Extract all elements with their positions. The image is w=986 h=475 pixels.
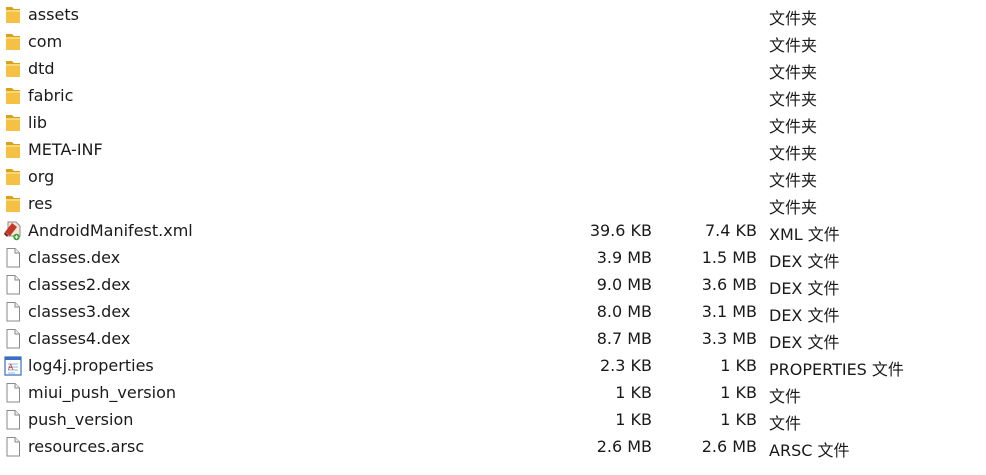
file-packed-size: 3.6 MB	[701, 275, 757, 294]
file-row[interactable]: classes3.dex 8.0 MB 3.1 MB DEX 文件	[0, 298, 986, 325]
file-row[interactable]: AndroidManifest.xml 39.6 KB 7.4 KB XML 文件	[0, 217, 986, 244]
file-size: 1 KB	[615, 383, 652, 402]
file-name: resources.arsc	[28, 437, 145, 456]
file-packed-size: 1 KB	[720, 410, 757, 429]
file-type: DEX 文件	[769, 306, 840, 325]
file-packed-size: 1 KB	[720, 356, 757, 375]
file-name: miui_push_version	[28, 383, 176, 402]
file-name: META-INF	[28, 140, 103, 159]
xml-file-icon	[3, 220, 23, 241]
file-name: com	[28, 32, 63, 51]
file-icon	[3, 247, 23, 268]
file-type: XML 文件	[769, 225, 840, 244]
file-row[interactable]: classes2.dex 9.0 MB 3.6 MB DEX 文件	[0, 271, 986, 298]
file-name: classes2.dex	[28, 275, 131, 294]
folder-icon	[3, 4, 23, 25]
file-name: res	[28, 194, 53, 213]
file-type: 文件夹	[769, 144, 818, 163]
folder-icon	[3, 31, 23, 52]
file-row[interactable]: Alog4j.properties 2.3 KB 1 KB PROPERTIES 文件	[0, 352, 986, 379]
file-name: org	[28, 167, 55, 186]
file-name: lib	[28, 113, 48, 132]
file-type: 文件夹	[769, 36, 818, 55]
file-type: DEX 文件	[769, 333, 840, 352]
file-type: 文件夹	[769, 63, 818, 82]
file-row[interactable]: org 文件夹	[0, 163, 986, 190]
file-packed-size: 1.5 MB	[701, 248, 757, 267]
file-row[interactable]: classes4.dex 8.7 MB 3.3 MB DEX 文件	[0, 325, 986, 352]
file-size: 1 KB	[615, 410, 652, 429]
file-row[interactable]: push_version 1 KB 1 KB 文件	[0, 406, 986, 433]
file-row[interactable]: res 文件夹	[0, 190, 986, 217]
file-type: 文件夹	[769, 198, 818, 217]
folder-icon	[3, 85, 23, 106]
file-packed-size: 7.4 KB	[705, 221, 757, 240]
file-packed-size: 2.6 MB	[701, 437, 757, 456]
properties-file-icon: A	[3, 355, 23, 376]
file-row[interactable]: miui_push_version 1 KB 1 KB 文件	[0, 379, 986, 406]
folder-icon	[3, 112, 23, 133]
svg-text:A: A	[8, 363, 14, 372]
file-name: push_version	[28, 410, 134, 429]
file-row[interactable]: dtd 文件夹	[0, 55, 986, 82]
file-type: ARSC 文件	[769, 441, 850, 460]
file-name: AndroidManifest.xml	[28, 221, 193, 240]
file-icon	[3, 436, 23, 457]
folder-icon	[3, 166, 23, 187]
file-type: 文件夹	[769, 117, 818, 136]
file-type: 文件	[769, 387, 802, 406]
file-list: assets 文件夹 com 文件夹 dtd 文件夹 fabric 文件夹 lib 文件夹 META…	[0, 0, 986, 475]
file-row[interactable]: classes.dex 3.9 MB 1.5 MB DEX 文件	[0, 244, 986, 271]
file-type: DEX 文件	[769, 279, 840, 298]
file-name: log4j.properties	[28, 356, 154, 375]
file-type: 文件夹	[769, 90, 818, 109]
file-name: fabric	[28, 86, 74, 105]
file-name: dtd	[28, 59, 55, 78]
file-size: 3.9 MB	[596, 248, 652, 267]
file-row[interactable]: lib 文件夹	[0, 109, 986, 136]
file-icon	[3, 274, 23, 295]
file-row[interactable]: resources.arsc 2.6 MB 2.6 MB ARSC 文件	[0, 433, 986, 460]
folder-icon	[3, 139, 23, 160]
file-type: 文件夹	[769, 171, 818, 190]
file-icon	[3, 409, 23, 430]
file-size: 2.6 MB	[596, 437, 652, 456]
file-icon	[3, 382, 23, 403]
file-type: DEX 文件	[769, 252, 840, 271]
file-icon	[3, 301, 23, 322]
folder-icon	[3, 193, 23, 214]
file-size: 2.3 KB	[600, 356, 652, 375]
file-packed-size: 3.3 MB	[701, 329, 757, 348]
file-name: classes3.dex	[28, 302, 131, 321]
file-row[interactable]: assets 文件夹	[0, 1, 986, 28]
file-packed-size: 3.1 MB	[701, 302, 757, 321]
file-size: 9.0 MB	[596, 275, 652, 294]
file-name: classes4.dex	[28, 329, 131, 348]
file-type: 文件	[769, 414, 802, 433]
folder-icon	[3, 58, 23, 79]
file-name: assets	[28, 5, 79, 24]
file-packed-size: 1 KB	[720, 383, 757, 402]
file-row[interactable]: fabric 文件夹	[0, 82, 986, 109]
file-size: 39.6 KB	[589, 221, 652, 240]
file-type: PROPERTIES 文件	[769, 360, 904, 379]
file-size: 8.7 MB	[596, 329, 652, 348]
file-type: 文件夹	[769, 9, 818, 28]
file-size: 8.0 MB	[596, 302, 652, 321]
file-row[interactable]: META-INF 文件夹	[0, 136, 986, 163]
file-icon	[3, 328, 23, 349]
file-name: classes.dex	[28, 248, 121, 267]
file-row[interactable]: com 文件夹	[0, 28, 986, 55]
